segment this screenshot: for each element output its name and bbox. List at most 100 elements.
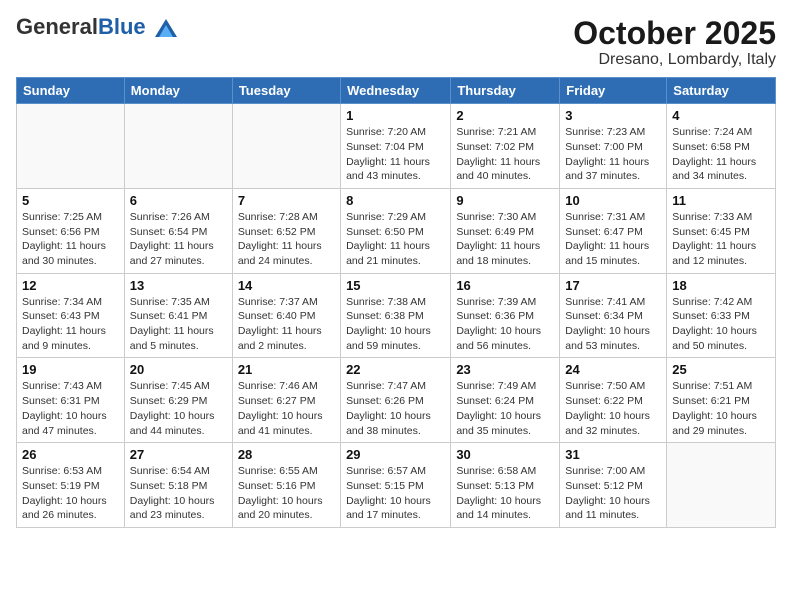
day-info: Sunrise: 7:46 AM Sunset: 6:27 PM Dayligh… — [238, 379, 335, 438]
calendar-cell: 24 Sunrise: 7:50 AM Sunset: 6:22 PM Dayli… — [560, 358, 667, 443]
day-number: 2 — [456, 108, 554, 123]
day-info: Sunrise: 6:54 AM Sunset: 5:18 PM Dayligh… — [130, 464, 227, 523]
day-number: 30 — [456, 447, 554, 462]
calendar-cell: 8 Sunrise: 7:29 AM Sunset: 6:50 PM Daylig… — [341, 188, 451, 273]
header-tuesday: Tuesday — [232, 78, 340, 104]
day-info: Sunrise: 7:41 AM Sunset: 6:34 PM Dayligh… — [565, 295, 661, 354]
calendar-cell: 6 Sunrise: 7:26 AM Sunset: 6:54 PM Daylig… — [124, 188, 232, 273]
page-header: GeneralBlue October 2025 Dresano, Lombar… — [16, 16, 776, 69]
calendar-body: 1Sunrise: 7:20 AM Sunset: 7:04 PM Daylig… — [17, 104, 776, 528]
calendar-subtitle: Dresano, Lombardy, Italy — [573, 51, 776, 69]
calendar-cell: 7 Sunrise: 7:28 AM Sunset: 6:52 PM Daylig… — [232, 188, 340, 273]
calendar-cell: 21Sunrise: 7:46 AM Sunset: 6:27 PM Dayli… — [232, 358, 340, 443]
calendar-cell — [667, 443, 776, 528]
calendar-cell: 13 Sunrise: 7:35 AM Sunset: 6:41 PM Dayli… — [124, 273, 232, 358]
calendar-week-3: 12 Sunrise: 7:34 AM Sunset: 6:43 PM Dayli… — [17, 273, 776, 358]
calendar-week-5: 26 Sunrise: 6:53 AM Sunset: 5:19 PM Dayli… — [17, 443, 776, 528]
day-info: Sunrise: 7:50 AM Sunset: 6:22 PM Dayligh… — [565, 379, 661, 438]
day-number: 17 — [565, 278, 661, 293]
calendar-cell: 25 Sunrise: 7:51 AM Sunset: 6:21 PM Dayli… — [667, 358, 776, 443]
day-info: Sunrise: 7:26 AM Sunset: 6:54 PM Dayligh… — [130, 210, 227, 269]
day-info: Sunrise: 7:24 AM Sunset: 6:58 PM Dayligh… — [672, 125, 770, 184]
day-info: Sunrise: 7:33 AM Sunset: 6:45 PM Dayligh… — [672, 210, 770, 269]
day-info: Sunrise: 7:31 AM Sunset: 6:47 PM Dayligh… — [565, 210, 661, 269]
header-friday: Friday — [560, 78, 667, 104]
header-monday: Monday — [124, 78, 232, 104]
day-number: 16 — [456, 278, 554, 293]
day-number: 23 — [456, 362, 554, 377]
calendar-cell: 16 Sunrise: 7:39 AM Sunset: 6:36 PM Dayli… — [451, 273, 560, 358]
day-info: Sunrise: 7:28 AM Sunset: 6:52 PM Dayligh… — [238, 210, 335, 269]
calendar-cell: 20Sunrise: 7:45 AM Sunset: 6:29 PM Dayli… — [124, 358, 232, 443]
day-number: 24 — [565, 362, 661, 377]
calendar-cell: 4 Sunrise: 7:24 AM Sunset: 6:58 PM Daylig… — [667, 104, 776, 189]
day-info: Sunrise: 7:00 AM Sunset: 5:12 PM Dayligh… — [565, 464, 661, 523]
day-number: 12 — [22, 278, 119, 293]
calendar-cell: 11Sunrise: 7:33 AM Sunset: 6:45 PM Dayli… — [667, 188, 776, 273]
day-number: 7 — [238, 193, 335, 208]
day-info: Sunrise: 7:39 AM Sunset: 6:36 PM Dayligh… — [456, 295, 554, 354]
day-number: 3 — [565, 108, 661, 123]
day-number: 10 — [565, 193, 661, 208]
calendar-cell: 30Sunrise: 6:58 AM Sunset: 5:13 PM Dayli… — [451, 443, 560, 528]
calendar-week-4: 19Sunrise: 7:43 AM Sunset: 6:31 PM Dayli… — [17, 358, 776, 443]
header-sunday: Sunday — [17, 78, 125, 104]
calendar-cell: 18Sunrise: 7:42 AM Sunset: 6:33 PM Dayli… — [667, 273, 776, 358]
calendar-cell: 26 Sunrise: 6:53 AM Sunset: 5:19 PM Dayli… — [17, 443, 125, 528]
day-info: Sunrise: 7:29 AM Sunset: 6:50 PM Dayligh… — [346, 210, 445, 269]
calendar-table: Sunday Monday Tuesday Wednesday Thursday… — [16, 77, 776, 528]
calendar-cell: 2 Sunrise: 7:21 AM Sunset: 7:02 PM Daylig… — [451, 104, 560, 189]
calendar-cell: 10 Sunrise: 7:31 AM Sunset: 6:47 PM Dayli… — [560, 188, 667, 273]
day-info: Sunrise: 7:30 AM Sunset: 6:49 PM Dayligh… — [456, 210, 554, 269]
day-number: 25 — [672, 362, 770, 377]
day-number: 31 — [565, 447, 661, 462]
day-info: Sunrise: 7:51 AM Sunset: 6:21 PM Dayligh… — [672, 379, 770, 438]
day-number: 13 — [130, 278, 227, 293]
calendar-cell — [124, 104, 232, 189]
calendar-cell: 29Sunrise: 6:57 AM Sunset: 5:15 PM Dayli… — [341, 443, 451, 528]
day-info: Sunrise: 7:37 AM Sunset: 6:40 PM Dayligh… — [238, 295, 335, 354]
calendar-week-2: 5 Sunrise: 7:25 AM Sunset: 6:56 PM Daylig… — [17, 188, 776, 273]
calendar-cell: 14 Sunrise: 7:37 AM Sunset: 6:40 PM Dayli… — [232, 273, 340, 358]
calendar-cell: 1Sunrise: 7:20 AM Sunset: 7:04 PM Daylig… — [341, 104, 451, 189]
calendar-cell — [232, 104, 340, 189]
day-info: Sunrise: 7:45 AM Sunset: 6:29 PM Dayligh… — [130, 379, 227, 438]
logo: GeneralBlue — [16, 16, 177, 38]
day-number: 22 — [346, 362, 445, 377]
calendar-cell: 5 Sunrise: 7:25 AM Sunset: 6:56 PM Daylig… — [17, 188, 125, 273]
calendar-header-row: Sunday Monday Tuesday Wednesday Thursday… — [17, 78, 776, 104]
day-info: Sunrise: 7:21 AM Sunset: 7:02 PM Dayligh… — [456, 125, 554, 184]
day-number: 9 — [456, 193, 554, 208]
calendar-cell: 23 Sunrise: 7:49 AM Sunset: 6:24 PM Dayli… — [451, 358, 560, 443]
logo-blue: Blue — [98, 14, 146, 39]
day-info: Sunrise: 7:35 AM Sunset: 6:41 PM Dayligh… — [130, 295, 227, 354]
calendar-cell: 19Sunrise: 7:43 AM Sunset: 6:31 PM Dayli… — [17, 358, 125, 443]
title-block: October 2025 Dresano, Lombardy, Italy — [573, 16, 776, 69]
day-number: 5 — [22, 193, 119, 208]
day-info: Sunrise: 7:34 AM Sunset: 6:43 PM Dayligh… — [22, 295, 119, 354]
logo-general: General — [16, 14, 98, 39]
day-number: 4 — [672, 108, 770, 123]
calendar-week-1: 1Sunrise: 7:20 AM Sunset: 7:04 PM Daylig… — [17, 104, 776, 189]
day-number: 27 — [130, 447, 227, 462]
day-info: Sunrise: 7:25 AM Sunset: 6:56 PM Dayligh… — [22, 210, 119, 269]
day-number: 26 — [22, 447, 119, 462]
day-number: 6 — [130, 193, 227, 208]
header-wednesday: Wednesday — [341, 78, 451, 104]
day-number: 15 — [346, 278, 445, 293]
calendar-cell: 31 Sunrise: 7:00 AM Sunset: 5:12 PM Dayli… — [560, 443, 667, 528]
calendar-cell: 15Sunrise: 7:38 AM Sunset: 6:38 PM Dayli… — [341, 273, 451, 358]
day-info: Sunrise: 7:43 AM Sunset: 6:31 PM Dayligh… — [22, 379, 119, 438]
day-number: 18 — [672, 278, 770, 293]
logo-text: GeneralBlue — [16, 16, 177, 38]
day-number: 14 — [238, 278, 335, 293]
day-info: Sunrise: 6:53 AM Sunset: 5:19 PM Dayligh… — [22, 464, 119, 523]
calendar-cell — [17, 104, 125, 189]
day-number: 28 — [238, 447, 335, 462]
day-info: Sunrise: 7:49 AM Sunset: 6:24 PM Dayligh… — [456, 379, 554, 438]
day-number: 8 — [346, 193, 445, 208]
day-number: 29 — [346, 447, 445, 462]
calendar-cell: 9 Sunrise: 7:30 AM Sunset: 6:49 PM Daylig… — [451, 188, 560, 273]
calendar-cell: 3Sunrise: 7:23 AM Sunset: 7:00 PM Daylig… — [560, 104, 667, 189]
day-info: Sunrise: 7:20 AM Sunset: 7:04 PM Dayligh… — [346, 125, 445, 184]
